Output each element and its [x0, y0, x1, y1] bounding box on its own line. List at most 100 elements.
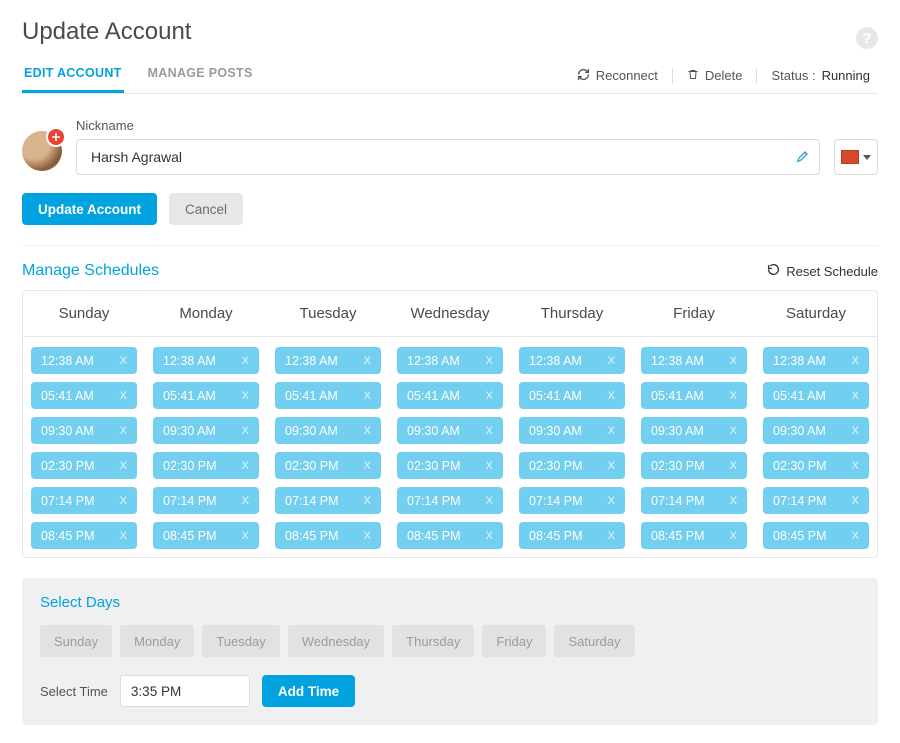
- time-chip[interactable]: 12:38 AMX: [519, 347, 625, 374]
- time-chip[interactable]: 07:14 PMX: [31, 487, 137, 514]
- time-chip[interactable]: 05:41 AMX: [153, 382, 259, 409]
- time-chip[interactable]: 05:41 AMX: [275, 382, 381, 409]
- close-icon[interactable]: X: [608, 390, 615, 402]
- time-chip[interactable]: 12:38 AMX: [153, 347, 259, 374]
- nickname-input[interactable]: [89, 148, 795, 166]
- close-icon[interactable]: X: [364, 530, 371, 542]
- close-icon[interactable]: X: [486, 495, 493, 507]
- time-chip[interactable]: 07:14 PMX: [397, 487, 503, 514]
- close-icon[interactable]: X: [608, 355, 615, 367]
- close-icon[interactable]: X: [852, 530, 859, 542]
- time-chip[interactable]: 02:30 PMX: [31, 452, 137, 479]
- time-chip[interactable]: 07:14 PMX: [519, 487, 625, 514]
- select-day-button[interactable]: Saturday: [554, 625, 634, 657]
- color-picker[interactable]: [834, 139, 878, 175]
- close-icon[interactable]: X: [608, 530, 615, 542]
- delete-button[interactable]: Delete: [679, 68, 751, 84]
- select-day-button[interactable]: Thursday: [392, 625, 474, 657]
- close-icon[interactable]: X: [608, 495, 615, 507]
- close-icon[interactable]: X: [730, 425, 737, 437]
- close-icon[interactable]: X: [730, 390, 737, 402]
- close-icon[interactable]: X: [120, 390, 127, 402]
- close-icon[interactable]: X: [364, 460, 371, 472]
- close-icon[interactable]: X: [242, 425, 249, 437]
- time-chip[interactable]: 09:30 AMX: [31, 417, 137, 444]
- time-chip[interactable]: 08:45 PMX: [763, 522, 869, 549]
- time-chip[interactable]: 05:41 AMX: [519, 382, 625, 409]
- close-icon[interactable]: X: [120, 530, 127, 542]
- close-icon[interactable]: X: [486, 530, 493, 542]
- close-icon[interactable]: X: [852, 495, 859, 507]
- reconnect-button[interactable]: Reconnect: [569, 68, 666, 84]
- update-account-button[interactable]: Update Account: [22, 193, 157, 225]
- close-icon[interactable]: X: [120, 425, 127, 437]
- time-chip[interactable]: 08:45 PMX: [519, 522, 625, 549]
- time-chip[interactable]: 02:30 PMX: [641, 452, 747, 479]
- close-icon[interactable]: X: [242, 495, 249, 507]
- close-icon[interactable]: X: [242, 390, 249, 402]
- time-chip[interactable]: 07:14 PMX: [275, 487, 381, 514]
- time-chip[interactable]: 09:30 AMX: [519, 417, 625, 444]
- close-icon[interactable]: X: [730, 530, 737, 542]
- select-day-button[interactable]: Friday: [482, 625, 546, 657]
- close-icon[interactable]: X: [730, 355, 737, 367]
- nickname-field-wrap[interactable]: [76, 139, 820, 175]
- time-chip[interactable]: 09:30 AMX: [153, 417, 259, 444]
- close-icon[interactable]: X: [730, 460, 737, 472]
- time-chip[interactable]: 05:41 AMX: [763, 382, 869, 409]
- close-icon[interactable]: X: [242, 460, 249, 472]
- time-chip[interactable]: 12:38 AMX: [275, 347, 381, 374]
- close-icon[interactable]: X: [364, 495, 371, 507]
- select-day-button[interactable]: Monday: [120, 625, 194, 657]
- time-chip[interactable]: 08:45 PMX: [31, 522, 137, 549]
- time-chip[interactable]: 02:30 PMX: [519, 452, 625, 479]
- close-icon[interactable]: X: [608, 425, 615, 437]
- close-icon[interactable]: X: [486, 390, 493, 402]
- close-icon[interactable]: X: [120, 355, 127, 367]
- time-chip[interactable]: 05:41 AMX: [397, 382, 503, 409]
- edit-inline-icon[interactable]: [795, 148, 811, 167]
- close-icon[interactable]: X: [120, 460, 127, 472]
- close-icon[interactable]: X: [852, 460, 859, 472]
- help-icon[interactable]: ?: [856, 27, 878, 49]
- time-chip[interactable]: 12:38 AMX: [397, 347, 503, 374]
- close-icon[interactable]: X: [486, 460, 493, 472]
- select-day-button[interactable]: Wednesday: [288, 625, 384, 657]
- time-chip[interactable]: 12:38 AMX: [763, 347, 869, 374]
- time-chip[interactable]: 07:14 PMX: [641, 487, 747, 514]
- time-chip[interactable]: 05:41 AMX: [31, 382, 137, 409]
- close-icon[interactable]: X: [364, 425, 371, 437]
- cancel-button[interactable]: Cancel: [169, 193, 243, 225]
- tab-edit-account[interactable]: EDIT ACCOUNT: [22, 58, 124, 93]
- time-chip[interactable]: 05:41 AMX: [641, 382, 747, 409]
- time-chip[interactable]: 09:30 AMX: [641, 417, 747, 444]
- close-icon[interactable]: X: [608, 460, 615, 472]
- close-icon[interactable]: X: [364, 390, 371, 402]
- time-chip[interactable]: 08:45 PMX: [153, 522, 259, 549]
- close-icon[interactable]: X: [486, 355, 493, 367]
- close-icon[interactable]: X: [120, 495, 127, 507]
- time-chip[interactable]: 02:30 PMX: [275, 452, 381, 479]
- add-time-button[interactable]: Add Time: [262, 675, 355, 707]
- close-icon[interactable]: X: [730, 495, 737, 507]
- time-chip[interactable]: 09:30 AMX: [397, 417, 503, 444]
- close-icon[interactable]: X: [852, 355, 859, 367]
- close-icon[interactable]: X: [852, 390, 859, 402]
- time-chip[interactable]: 07:14 PMX: [763, 487, 869, 514]
- close-icon[interactable]: X: [364, 355, 371, 367]
- time-chip[interactable]: 08:45 PMX: [275, 522, 381, 549]
- tab-manage-posts[interactable]: MANAGE POSTS: [146, 58, 255, 93]
- time-chip[interactable]: 09:30 AMX: [763, 417, 869, 444]
- time-chip[interactable]: 08:45 PMX: [641, 522, 747, 549]
- time-chip[interactable]: 02:30 PMX: [397, 452, 503, 479]
- reset-schedule-button[interactable]: Reset Schedule: [767, 263, 878, 279]
- select-day-button[interactable]: Sunday: [40, 625, 112, 657]
- time-chip[interactable]: 02:30 PMX: [153, 452, 259, 479]
- time-chip[interactable]: 09:30 AMX: [275, 417, 381, 444]
- select-time-input[interactable]: [120, 675, 250, 707]
- close-icon[interactable]: X: [242, 530, 249, 542]
- close-icon[interactable]: X: [852, 425, 859, 437]
- time-chip[interactable]: 08:45 PMX: [397, 522, 503, 549]
- close-icon[interactable]: X: [242, 355, 249, 367]
- close-icon[interactable]: X: [486, 425, 493, 437]
